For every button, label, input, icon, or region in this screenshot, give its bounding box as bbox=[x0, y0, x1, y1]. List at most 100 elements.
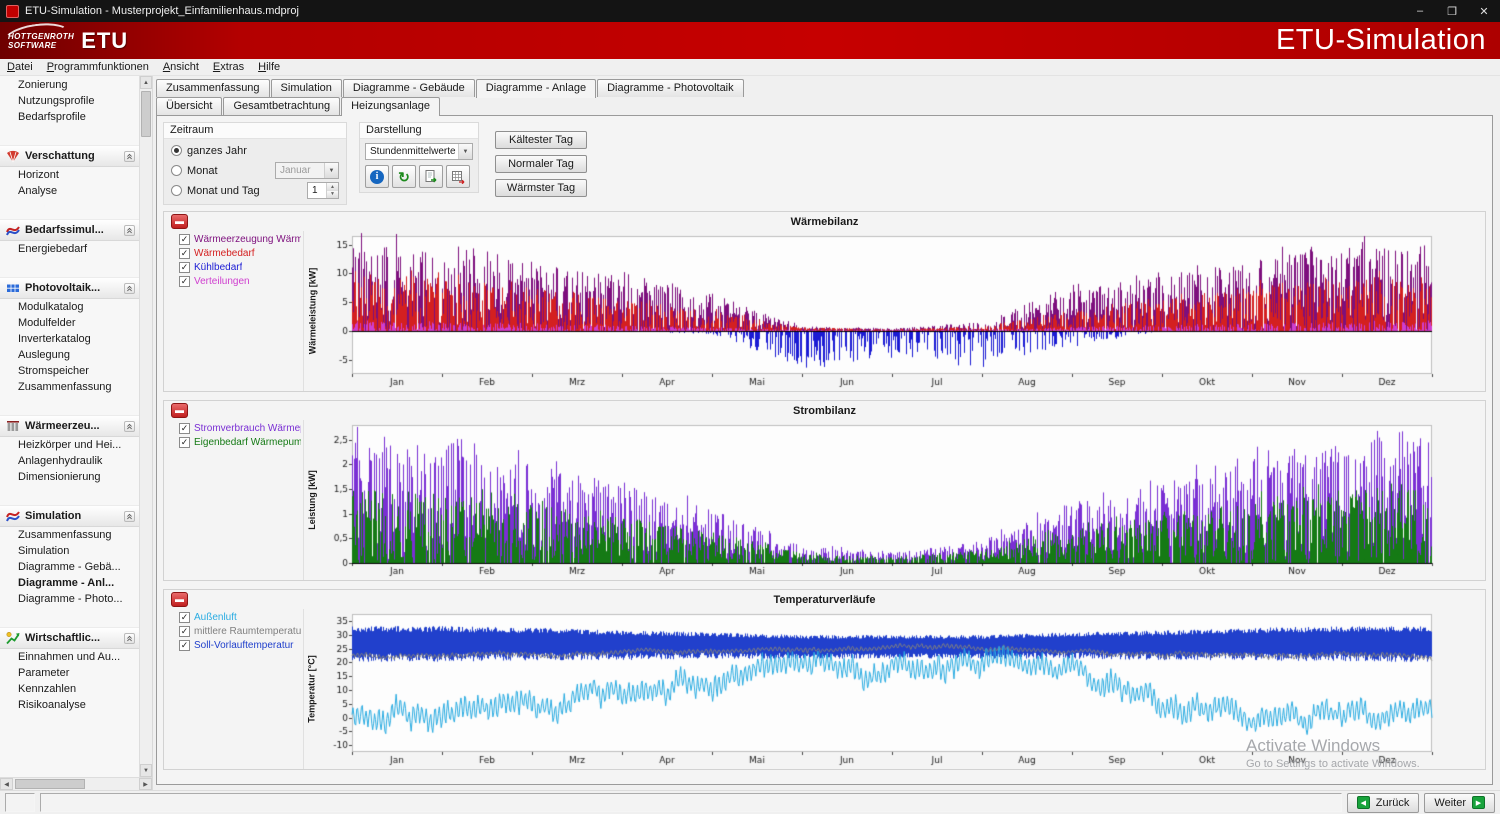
sidebar-item-stromspeicher[interactable]: Stromspeicher bbox=[0, 363, 139, 379]
day-spinner[interactable]: 1 ▲ ▼ bbox=[307, 182, 339, 199]
month-select[interactable]: Januar ▼ bbox=[275, 162, 339, 179]
scroll-up-icon[interactable]: ▲ bbox=[140, 76, 152, 89]
collapse-chevron-icon[interactable] bbox=[124, 421, 135, 432]
sidebar-item-parameter[interactable]: Parameter bbox=[0, 665, 139, 681]
export-button[interactable] bbox=[419, 165, 443, 188]
maximize-button[interactable]: ❐ bbox=[1436, 0, 1468, 22]
sidebar-vertical-scrollbar[interactable]: ▲ ▼ bbox=[139, 76, 152, 777]
sidebar-section-verschattung[interactable]: Verschattung bbox=[0, 145, 139, 167]
sidebar-item-analyse[interactable]: Analyse bbox=[0, 183, 139, 199]
checkbox-icon[interactable]: ✓ bbox=[179, 248, 190, 259]
sidebar-section-waermeerzeugung[interactable]: Wärmeerzeu... bbox=[0, 415, 139, 437]
menu-extras[interactable]: Extras bbox=[206, 60, 251, 74]
checkbox-icon[interactable]: ✓ bbox=[179, 262, 190, 273]
checkbox-icon[interactable]: ✓ bbox=[179, 423, 190, 434]
spinner-up-icon[interactable]: ▲ bbox=[327, 183, 338, 191]
menu-ansicht[interactable]: Ansicht bbox=[156, 60, 206, 74]
scrollbar-thumb[interactable] bbox=[15, 779, 85, 789]
collapse-chevron-icon[interactable] bbox=[124, 283, 135, 294]
tab-zusammenfassung[interactable]: Zusammenfassung bbox=[156, 79, 270, 97]
table-export-button[interactable] bbox=[446, 165, 470, 188]
tab-heizungsanlage[interactable]: Heizungsanlage bbox=[341, 97, 440, 116]
sidebar-section-bedarfssimulation[interactable]: Bedarfssimul... bbox=[0, 219, 139, 241]
sidebar-item-einnahmen[interactable]: Einnahmen und Au... bbox=[0, 649, 139, 665]
spinner-down-icon[interactable]: ▼ bbox=[327, 191, 338, 199]
sidebar-item-heizkoerper[interactable]: Heizkörper und Hei... bbox=[0, 437, 139, 453]
kaeltester-tag-button[interactable]: Kältester Tag bbox=[495, 131, 587, 149]
minimize-button[interactable]: – bbox=[1404, 0, 1436, 22]
scrollbar-track[interactable] bbox=[13, 778, 139, 790]
menu-hilfe[interactable]: Hilfe bbox=[251, 60, 287, 74]
sidebar-item-nutzungsprofile[interactable]: Nutzungsprofile bbox=[0, 93, 139, 109]
radio-button-icon[interactable] bbox=[171, 145, 182, 156]
scrollbar-track[interactable] bbox=[140, 89, 152, 764]
radio-ganzes-jahr[interactable]: ganzes Jahr bbox=[171, 142, 339, 159]
info-button[interactable]: i bbox=[365, 165, 389, 188]
legend-item-waermeerzeugung[interactable]: ✓ Wärmeerzeugung Wärmepumpe bbox=[179, 234, 301, 245]
checkbox-icon[interactable]: ✓ bbox=[179, 612, 190, 623]
collapse-chevron-icon[interactable] bbox=[124, 151, 135, 162]
sidebar-item-risikoanalyse[interactable]: Risikoanalyse bbox=[0, 697, 139, 713]
tab-gesamtbetrachtung[interactable]: Gesamtbetrachtung bbox=[223, 97, 340, 115]
sidebar-item-sim-zusammenfassung[interactable]: Zusammenfassung bbox=[0, 527, 139, 543]
collapse-chart-button[interactable]: ▬ bbox=[171, 214, 188, 229]
radio-button-icon[interactable] bbox=[171, 185, 182, 196]
sidebar-item-dimensionierung[interactable]: Dimensionierung bbox=[0, 469, 139, 485]
legend-item-stromverbrauch[interactable]: ✓ Stromverbrauch Wärmepumpe bbox=[179, 423, 301, 434]
sidebar-horizontal-scrollbar[interactable]: ◀ ▶ bbox=[0, 777, 152, 790]
sidebar-item-zonierung[interactable]: Zonierung bbox=[0, 77, 139, 93]
sidebar-item-modulkatalog[interactable]: Modulkatalog bbox=[0, 299, 139, 315]
sidebar-item-simulation[interactable]: Simulation bbox=[0, 543, 139, 559]
sidebar-item-anlagenhydraulik[interactable]: Anlagenhydraulik bbox=[0, 453, 139, 469]
sidebar-item-bedarfsprofile[interactable]: Bedarfsprofile bbox=[0, 109, 139, 125]
radio-monat-und-tag[interactable]: Monat und Tag 1 ▲ ▼ bbox=[171, 182, 339, 199]
sidebar-item-diagramme-anlage[interactable]: Diagramme - Anl... bbox=[0, 575, 139, 591]
menu-programmfunktionen[interactable]: Programmfunktionen bbox=[40, 60, 156, 74]
legend-item-kuehlbedarf[interactable]: ✓ Kühlbedarf bbox=[179, 262, 301, 273]
collapse-chevron-icon[interactable] bbox=[124, 225, 135, 236]
back-button[interactable]: ◀ Zurück bbox=[1347, 793, 1420, 813]
collapse-chevron-icon[interactable] bbox=[124, 511, 135, 522]
refresh-button[interactable]: ↻ bbox=[392, 165, 416, 188]
collapse-chevron-icon[interactable] bbox=[124, 633, 135, 644]
sidebar-item-modulfelder[interactable]: Modulfelder bbox=[0, 315, 139, 331]
menu-datei[interactable]: Datei bbox=[0, 60, 40, 74]
tab-diagramme-photovoltaik[interactable]: Diagramme - Photovoltaik bbox=[597, 79, 744, 97]
scrollbar-thumb[interactable] bbox=[141, 91, 151, 137]
sidebar-item-energiebedarf[interactable]: Energiebedarf bbox=[0, 241, 139, 257]
sidebar-section-simulation[interactable]: Simulation bbox=[0, 505, 139, 527]
legend-item-vorlauftemperatur[interactable]: ✓ Soll-Vorlauftemperatur bbox=[179, 640, 301, 651]
sidebar-item-pv-zusammenfassung[interactable]: Zusammenfassung bbox=[0, 379, 139, 395]
sidebar-item-kennzahlen[interactable]: Kennzahlen bbox=[0, 681, 139, 697]
scroll-left-icon[interactable]: ◀ bbox=[0, 778, 13, 790]
legend-item-verteilungen[interactable]: ✓ Verteilungen bbox=[179, 276, 301, 287]
checkbox-icon[interactable]: ✓ bbox=[179, 626, 190, 637]
sidebar-item-inverterkatalog[interactable]: Inverterkatalog bbox=[0, 331, 139, 347]
radio-button-icon[interactable] bbox=[171, 165, 182, 176]
checkbox-icon[interactable]: ✓ bbox=[179, 437, 190, 448]
legend-item-waermebedarf[interactable]: ✓ Wärmebedarf bbox=[179, 248, 301, 259]
tab-simulation[interactable]: Simulation bbox=[271, 79, 342, 97]
sidebar-section-photovoltaik[interactable]: Photovoltaik... bbox=[0, 277, 139, 299]
sidebar-item-horizont[interactable]: Horizont bbox=[0, 167, 139, 183]
legend-item-raumtemperatur[interactable]: ✓ mittlere Raumtemperatur bbox=[179, 626, 301, 637]
sidebar-item-diagramme-photovoltaik[interactable]: Diagramme - Photo... bbox=[0, 591, 139, 607]
checkbox-icon[interactable]: ✓ bbox=[179, 640, 190, 651]
next-button[interactable]: Weiter ▶ bbox=[1424, 793, 1495, 813]
scroll-right-icon[interactable]: ▶ bbox=[139, 778, 152, 790]
checkbox-icon[interactable]: ✓ bbox=[179, 276, 190, 287]
radio-monat[interactable]: Monat Januar ▼ bbox=[171, 162, 339, 179]
checkbox-icon[interactable]: ✓ bbox=[179, 234, 190, 245]
normaler-tag-button[interactable]: Normaler Tag bbox=[495, 155, 587, 173]
sidebar-section-wirtschaftlichkeit[interactable]: Wirtschaftlic... bbox=[0, 627, 139, 649]
darstellung-select[interactable]: Stundenmittelwerte ▼ bbox=[365, 143, 473, 160]
collapse-chart-button[interactable]: ▬ bbox=[171, 592, 188, 607]
legend-item-aussenluft[interactable]: ✓ Außenluft bbox=[179, 612, 301, 623]
tab-diagramme-anlage[interactable]: Diagramme - Anlage bbox=[476, 79, 596, 98]
scroll-down-icon[interactable]: ▼ bbox=[140, 764, 152, 777]
tab-uebersicht[interactable]: Übersicht bbox=[156, 97, 222, 115]
legend-item-eigenbedarf[interactable]: ✓ Eigenbedarf Wärmepumpe Vitoc bbox=[179, 437, 301, 448]
close-button[interactable]: ✕ bbox=[1468, 0, 1500, 22]
tab-diagramme-gebaeude[interactable]: Diagramme - Gebäude bbox=[343, 79, 475, 97]
collapse-chart-button[interactable]: ▬ bbox=[171, 403, 188, 418]
